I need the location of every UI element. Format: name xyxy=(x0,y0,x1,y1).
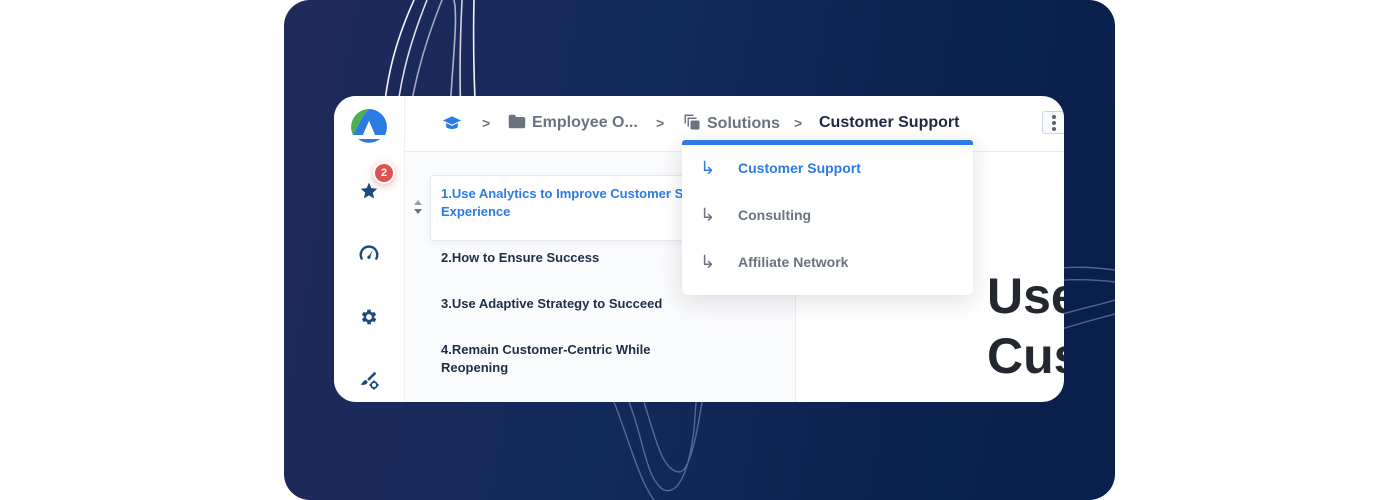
outline-item[interactable]: 2.How to Ensure Success xyxy=(441,249,599,267)
outline-item-label-line2: Reopening xyxy=(441,360,509,375)
page-title-line1: Use xyxy=(987,268,1064,324)
breadcrumb-current[interactable]: Customer Support xyxy=(819,113,959,133)
outline-item-label: 4.Remain Customer-Centric While xyxy=(441,342,651,357)
breadcrumb-separator: > xyxy=(794,115,803,131)
arrow-return-icon: ↳ xyxy=(700,157,716,178)
outline-item-label-line2: Experience xyxy=(441,204,511,219)
folder-icon xyxy=(508,114,526,129)
dropdown-item-label: Consulting xyxy=(738,207,812,223)
breadcrumb-label: Solutions xyxy=(707,115,780,132)
arrow-return-icon: ↳ xyxy=(700,251,716,272)
outline-item[interactable]: 3.Use Adaptive Strategy to Succeed xyxy=(441,295,662,313)
app-logo[interactable] xyxy=(334,109,404,144)
star-icon xyxy=(360,182,378,199)
dot xyxy=(1051,120,1056,125)
gear-icon xyxy=(361,309,377,325)
more-options-button[interactable] xyxy=(1042,111,1064,134)
app-window: 2 > Employee O... > Solutions > Customer… xyxy=(334,96,1064,402)
breadcrumb-item-employee[interactable]: Employee O... xyxy=(508,113,638,133)
dropdown-item-label: Customer Support xyxy=(738,160,861,176)
page-title: Use Cus xyxy=(987,266,1064,386)
notification-badge: 2 xyxy=(373,162,395,184)
arrow-return-icon: ↳ xyxy=(700,204,716,225)
app-logo-icon xyxy=(351,109,387,143)
dropdown-item-consulting[interactable]: ↳ Consulting xyxy=(682,197,973,233)
dropdown-item-affiliate-network[interactable]: ↳ Affiliate Network xyxy=(682,244,973,280)
dot xyxy=(1051,126,1056,131)
breadcrumb-item-solutions[interactable]: Solutions xyxy=(683,113,780,134)
breadcrumb-label: Employee O... xyxy=(532,114,638,131)
graduation-cap-icon xyxy=(442,116,462,130)
sidebar-item-settings[interactable] xyxy=(334,302,404,332)
speedometer-icon xyxy=(359,245,379,260)
breadcrumb-home[interactable] xyxy=(442,114,462,138)
breadcrumb-separator: > xyxy=(656,115,665,131)
sidebar-item-favorites[interactable] xyxy=(334,176,404,206)
dropdown-item-customer-support[interactable]: ↳ Customer Support xyxy=(682,150,973,186)
sidebar-item-customize[interactable] xyxy=(334,365,404,395)
brush-settings-icon xyxy=(360,371,379,390)
sort-handle-icon[interactable] xyxy=(413,198,423,216)
dot xyxy=(1051,114,1056,119)
copy-pages-icon xyxy=(684,114,700,130)
outline-item[interactable]: 1.Use Analytics to Improve Customer S Ex… xyxy=(441,185,701,221)
breadcrumb-separator: > xyxy=(482,115,491,131)
sidebar-item-dashboard[interactable] xyxy=(334,239,404,269)
dropdown-accent-bar xyxy=(682,140,973,145)
outline-item[interactable]: 4.Remain Customer-Centric While Reopenin… xyxy=(441,341,651,377)
dropdown-item-label: Affiliate Network xyxy=(738,254,849,270)
outline-item-label: 1.Use Analytics to Improve Customer S xyxy=(441,186,684,201)
page-title-line2: Cus xyxy=(987,328,1064,384)
breadcrumb-dropdown-menu: ↳ Customer Support ↳ Consulting ↳ Affili… xyxy=(682,140,973,295)
sidebar: 2 xyxy=(334,96,405,402)
